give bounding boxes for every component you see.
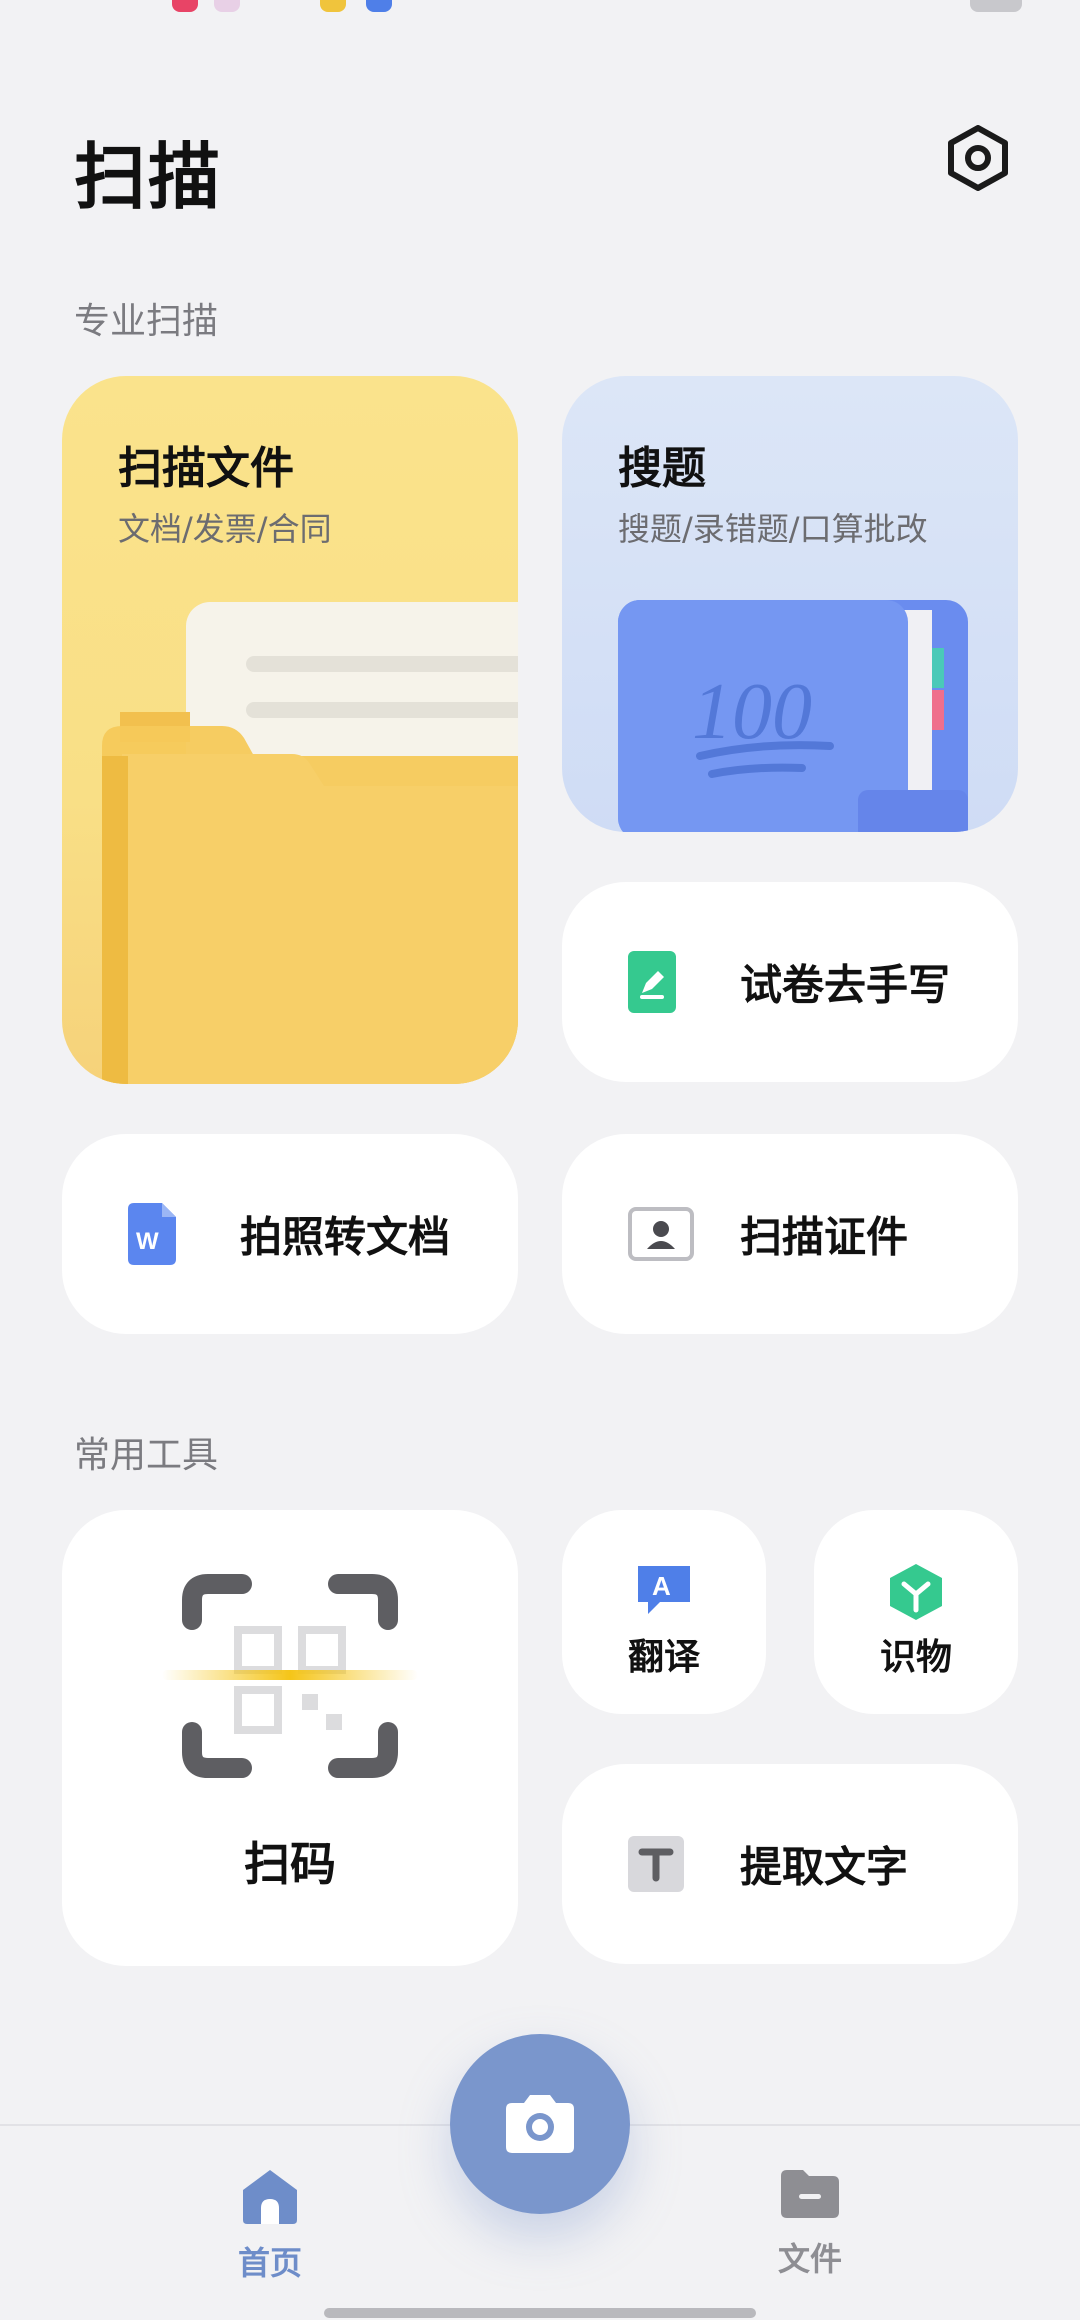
- scan-id-label: 扫描证件: [740, 1212, 909, 1262]
- exam-remove-handwriting-label: 试卷去手写: [740, 960, 951, 1010]
- status-app-icon: [366, 0, 392, 12]
- exam-remove-handwriting-button[interactable]: 试卷去手写: [562, 882, 1018, 1082]
- battery-icon: [970, 0, 1022, 12]
- notebook-illustration-icon: 100: [618, 600, 968, 832]
- nav-home-tab[interactable]: 首页: [200, 2168, 340, 2284]
- word-doc-icon: W: [128, 1203, 176, 1265]
- text-t-icon: [628, 1836, 684, 1892]
- extract-text-button[interactable]: 提取文字: [562, 1764, 1018, 1964]
- svg-text:W: W: [136, 1228, 159, 1255]
- scan-file-card[interactable]: 扫描文件 文档/发票/合同: [62, 376, 518, 1084]
- scan-code-label: 扫码: [244, 1837, 336, 1891]
- status-app-icon: [214, 0, 240, 12]
- home-indicator[interactable]: [324, 2308, 756, 2318]
- folder-icon: [781, 2170, 839, 2218]
- translate-button[interactable]: A 翻译: [562, 1510, 766, 1714]
- qr-scan-icon: [162, 1574, 418, 1778]
- search-question-card[interactable]: 搜题 搜题/录错题/口算批改 100: [562, 376, 1018, 832]
- status-app-icon: [320, 0, 346, 12]
- translate-label: 翻译: [627, 1637, 700, 1678]
- page-title: 扫描: [74, 135, 223, 219]
- section-label-tools: 常用工具: [74, 1435, 219, 1476]
- cube-icon: [890, 1564, 942, 1620]
- folder-illustration-icon: [102, 602, 518, 1084]
- id-card-icon: [628, 1207, 694, 1261]
- scan-code-card[interactable]: 扫码: [62, 1510, 518, 1966]
- camera-button[interactable]: [450, 2034, 630, 2214]
- identify-object-label: 识物: [879, 1637, 952, 1678]
- hexagon-settings-icon: [948, 125, 1008, 191]
- status-app-icon: [172, 0, 198, 12]
- camera-icon: [506, 2095, 574, 2153]
- scan-id-button[interactable]: 扫描证件: [562, 1134, 1018, 1334]
- identify-object-button[interactable]: 识物: [814, 1510, 1018, 1714]
- settings-button[interactable]: [940, 120, 1016, 196]
- photo-to-doc-button[interactable]: W 拍照转文档: [62, 1134, 518, 1334]
- section-label-pro-scan: 专业扫描: [74, 301, 219, 342]
- svg-text:A: A: [652, 1571, 671, 1601]
- exam-edit-icon: [628, 951, 676, 1013]
- extract-text-label: 提取文字: [740, 1842, 909, 1892]
- scan-home-page: 扫描 专业扫描 扫描文件 文档/发票/合同 搜题 搜题/录错题/口算批改 100…: [0, 0, 1080, 2320]
- photo-to-doc-label: 拍照转文档: [240, 1212, 451, 1262]
- translate-icon: A: [638, 1566, 690, 1614]
- status-bar: [0, 0, 1080, 12]
- home-icon: [243, 2170, 297, 2224]
- nav-files-tab[interactable]: 文件: [740, 2168, 880, 2280]
- nav-files-label: 文件: [777, 2240, 842, 2278]
- nav-home-label: 首页: [237, 2244, 302, 2282]
